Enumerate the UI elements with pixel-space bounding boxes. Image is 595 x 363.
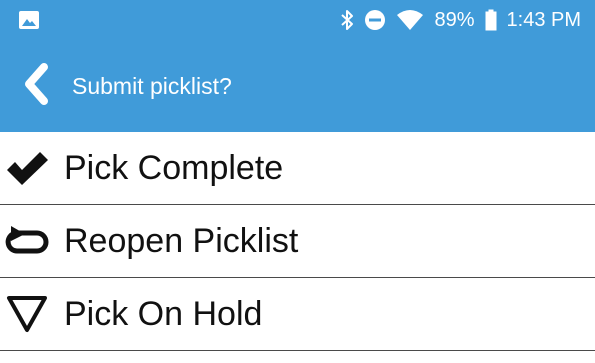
status-bar: 89% 1:43 PM [0, 0, 595, 40]
reopen-picklist-item[interactable]: Reopen Picklist [0, 205, 595, 278]
image-icon [18, 10, 40, 30]
clock: 1:43 PM [506, 8, 581, 31]
triangle-down-icon [2, 278, 52, 350]
back-button[interactable] [14, 62, 58, 110]
checkmark-icon [2, 132, 52, 204]
battery-icon [485, 9, 497, 31]
bluetooth-icon [340, 9, 354, 31]
battery-percent: 89% [434, 8, 475, 31]
page-title: Submit picklist? [72, 73, 232, 99]
chevron-left-icon [22, 62, 50, 110]
wifi-icon [396, 9, 424, 31]
loop-icon [2, 205, 52, 277]
status-icons: 89% 1:43 PM [340, 0, 581, 40]
do-not-disturb-icon [364, 9, 386, 31]
pick-on-hold-item[interactable]: Pick On Hold [0, 278, 595, 351]
app-bar: Submit picklist? [0, 40, 595, 132]
pick-on-hold-label: Pick On Hold [64, 294, 263, 333]
pick-complete-label: Pick Complete [64, 148, 284, 187]
action-list: Pick Complete Reopen Picklist Pick On Ho… [0, 132, 595, 351]
reopen-picklist-label: Reopen Picklist [64, 221, 299, 260]
pick-complete-item[interactable]: Pick Complete [0, 132, 595, 205]
